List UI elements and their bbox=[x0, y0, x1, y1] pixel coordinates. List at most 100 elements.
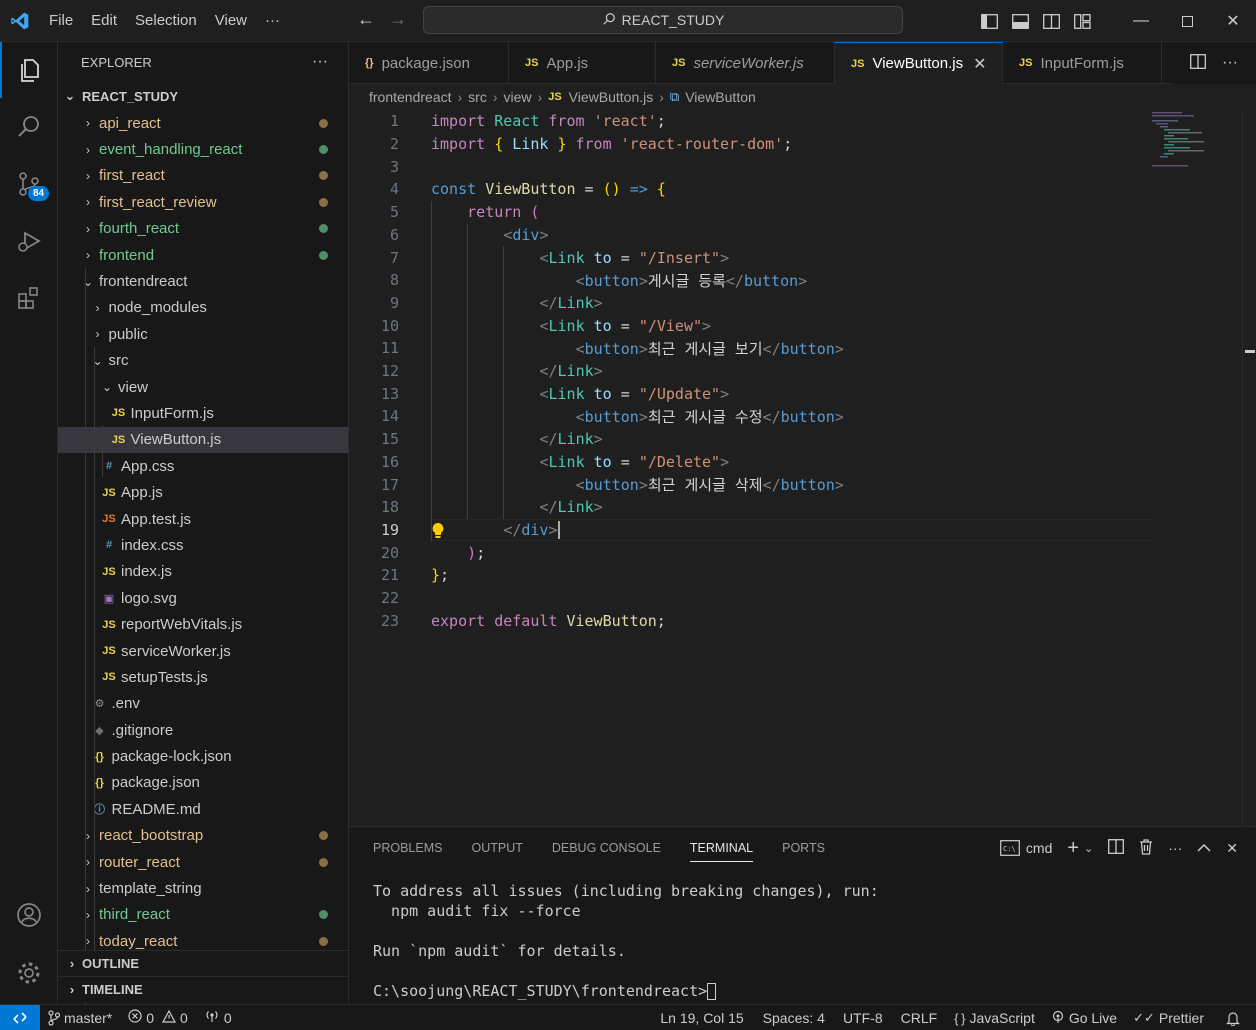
code-line[interactable]: 19 </div> bbox=[349, 518, 1256, 542]
run-debug-icon[interactable] bbox=[0, 213, 58, 269]
code-line[interactable]: 4 const ViewButton = () => { bbox=[349, 178, 1256, 201]
code-line[interactable]: 9 </Link> bbox=[349, 292, 1256, 315]
chevron-down-icon[interactable]: ⌄ bbox=[1084, 842, 1093, 855]
maximize-panel-icon[interactable] bbox=[1197, 840, 1211, 856]
folder-item[interactable]: › event_handling_react bbox=[58, 136, 348, 162]
code-line[interactable]: 1 import React from 'react'; bbox=[349, 110, 1256, 133]
breadcrumb-item[interactable]: ViewButton bbox=[685, 89, 756, 105]
breadcrumb-item[interactable]: frontendreact bbox=[369, 89, 452, 105]
code-line[interactable]: 5 return ( bbox=[349, 201, 1256, 224]
menu-more[interactable]: ··· bbox=[256, 0, 289, 42]
breadcrumb-item[interactable]: view bbox=[504, 89, 532, 105]
code-line[interactable]: 11 <button>최근 게시글 보기</button> bbox=[349, 337, 1256, 360]
folder-item[interactable]: › public bbox=[58, 321, 348, 347]
editor-tab[interactable]: JS InputForm.js bbox=[1003, 42, 1162, 84]
file-item[interactable]: {} package.json bbox=[58, 770, 348, 796]
back-arrow-icon[interactable]: ← bbox=[357, 9, 375, 30]
code-line[interactable]: 6 <div> bbox=[349, 224, 1256, 247]
file-item[interactable]: ⓘ README.md bbox=[58, 796, 348, 822]
close-tab-icon[interactable]: ✕ bbox=[973, 54, 986, 74]
folder-item[interactable]: › first_react_review bbox=[58, 189, 348, 215]
code-line[interactable]: 7 <Link to = "/Insert"> bbox=[349, 246, 1256, 269]
file-item[interactable]: ⚙ .env bbox=[58, 691, 348, 717]
editor-tab[interactable]: JS App.js bbox=[509, 42, 656, 84]
encoding[interactable]: UTF-8 bbox=[834, 1010, 892, 1026]
menu-view[interactable]: View bbox=[206, 0, 256, 42]
code-line[interactable]: 17 <button>최근 게시글 삭제</button> bbox=[349, 473, 1256, 496]
editor-tab[interactable]: {} package.json bbox=[349, 42, 509, 84]
folder-item[interactable]: › router_react bbox=[58, 849, 348, 875]
code-line[interactable]: 20); bbox=[349, 541, 1256, 564]
file-item[interactable]: JS serviceWorker.js bbox=[58, 638, 348, 664]
command-center-search[interactable]: REACT_STUDY bbox=[423, 6, 903, 34]
customize-layout-icon[interactable] bbox=[1067, 13, 1098, 29]
new-terminal-icon[interactable]: + bbox=[1067, 837, 1079, 860]
editor-tab[interactable]: JS serviceWorker.js bbox=[656, 42, 835, 84]
panel-tab-ports[interactable]: PORTS bbox=[782, 841, 825, 855]
more-actions-icon[interactable]: ··· bbox=[1222, 54, 1238, 72]
problems-status[interactable]: 0 0 bbox=[120, 1009, 196, 1026]
settings-gear-icon[interactable] bbox=[0, 945, 58, 1001]
timeline-section[interactable]: › TIMELINE bbox=[58, 976, 348, 1002]
git-branch-status[interactable]: master* bbox=[40, 1010, 120, 1026]
forward-arrow-icon[interactable]: → bbox=[389, 9, 407, 30]
file-item[interactable]: JS InputForm.js bbox=[58, 400, 348, 426]
toggle-primary-sidebar-icon[interactable] bbox=[974, 13, 1005, 29]
file-item[interactable]: JS reportWebVitals.js bbox=[58, 611, 348, 637]
code-line[interactable]: 21}; bbox=[349, 564, 1256, 587]
close-window-icon[interactable]: ✕ bbox=[1210, 11, 1256, 31]
workspace-root[interactable]: ⌄ REACT_STUDY bbox=[58, 82, 348, 110]
file-item[interactable]: JS setupTests.js bbox=[58, 664, 348, 690]
cursor-position[interactable]: Ln 19, Col 15 bbox=[652, 1010, 753, 1026]
search-view-icon[interactable] bbox=[0, 99, 58, 155]
code-line[interactable]: 2 import { Link } from 'react-router-dom'… bbox=[349, 133, 1256, 156]
end-of-line[interactable]: CRLF bbox=[892, 1010, 947, 1026]
folder-item[interactable]: › react_bootstrap bbox=[58, 823, 348, 849]
explorer-more-icon[interactable]: ··· bbox=[312, 53, 328, 71]
go-live-button[interactable]: Go Live bbox=[1043, 1010, 1125, 1027]
ports-status[interactable]: 0 bbox=[196, 1009, 240, 1026]
toggle-secondary-sidebar-icon[interactable] bbox=[1036, 13, 1067, 29]
remote-icon[interactable] bbox=[0, 1004, 40, 1030]
code-line[interactable]: 18 </Link> bbox=[349, 496, 1256, 519]
file-item[interactable]: JS index.js bbox=[58, 559, 348, 585]
source-control-icon[interactable]: 84 bbox=[0, 156, 58, 212]
folder-item[interactable]: › third_react bbox=[58, 902, 348, 928]
close-panel-icon[interactable]: ✕ bbox=[1226, 840, 1238, 857]
terminal-output[interactable]: To address all issues (including breakin… bbox=[373, 881, 879, 1001]
code-line[interactable]: 15 </Link> bbox=[349, 428, 1256, 451]
breadcrumb-item[interactable]: src bbox=[468, 89, 487, 105]
folder-item[interactable]: › fourth_react bbox=[58, 216, 348, 242]
folder-item[interactable]: ⌄ frontendreact bbox=[58, 268, 348, 294]
breadcrumb-item[interactable]: ViewButton.js bbox=[569, 89, 654, 105]
code-line[interactable]: 13 <Link to = "/Update"> bbox=[349, 382, 1256, 405]
outline-section[interactable]: › OUTLINE bbox=[58, 950, 348, 976]
prettier-status[interactable]: ✓✓ Prettier bbox=[1125, 1010, 1212, 1026]
notifications-bell-icon[interactable] bbox=[1212, 1011, 1248, 1026]
menu-edit[interactable]: Edit bbox=[82, 0, 126, 42]
panel-tab-terminal[interactable]: TERMINAL bbox=[689, 841, 754, 862]
maximize-icon[interactable] bbox=[1164, 15, 1210, 27]
folder-item[interactable]: › api_react bbox=[58, 110, 348, 136]
folder-item[interactable]: ⌄ src bbox=[58, 348, 348, 374]
folder-item[interactable]: › node_modules bbox=[58, 295, 348, 321]
minimize-icon[interactable]: — bbox=[1118, 12, 1164, 30]
toggle-panel-icon[interactable] bbox=[1005, 13, 1036, 29]
code-line[interactable]: 10 <Link to = "/View"> bbox=[349, 314, 1256, 337]
code-line[interactable]: 22 bbox=[349, 587, 1256, 610]
code-line[interactable]: 3 bbox=[349, 155, 1256, 178]
file-item[interactable]: # index.css bbox=[58, 532, 348, 558]
menu-selection[interactable]: Selection bbox=[126, 0, 206, 42]
code-line[interactable]: 8 <button>게시글 등록</button> bbox=[349, 269, 1256, 292]
file-item[interactable]: JS App.js bbox=[58, 479, 348, 505]
file-item[interactable]: JS App.test.js bbox=[58, 506, 348, 532]
lightbulb-icon[interactable] bbox=[431, 522, 445, 544]
more-panel-actions-icon[interactable]: ··· bbox=[1168, 840, 1182, 856]
panel-tab-debug-console[interactable]: DEBUG CONSOLE bbox=[552, 841, 661, 855]
trash-icon[interactable] bbox=[1139, 838, 1153, 858]
terminal-shell-selector[interactable]: C:\ cmd bbox=[1000, 840, 1052, 856]
folder-item[interactable]: › frontend bbox=[58, 242, 348, 268]
folder-item[interactable]: ⌄ view bbox=[58, 374, 348, 400]
folder-item[interactable]: › first_react bbox=[58, 163, 348, 189]
split-terminal-icon[interactable] bbox=[1108, 839, 1125, 857]
